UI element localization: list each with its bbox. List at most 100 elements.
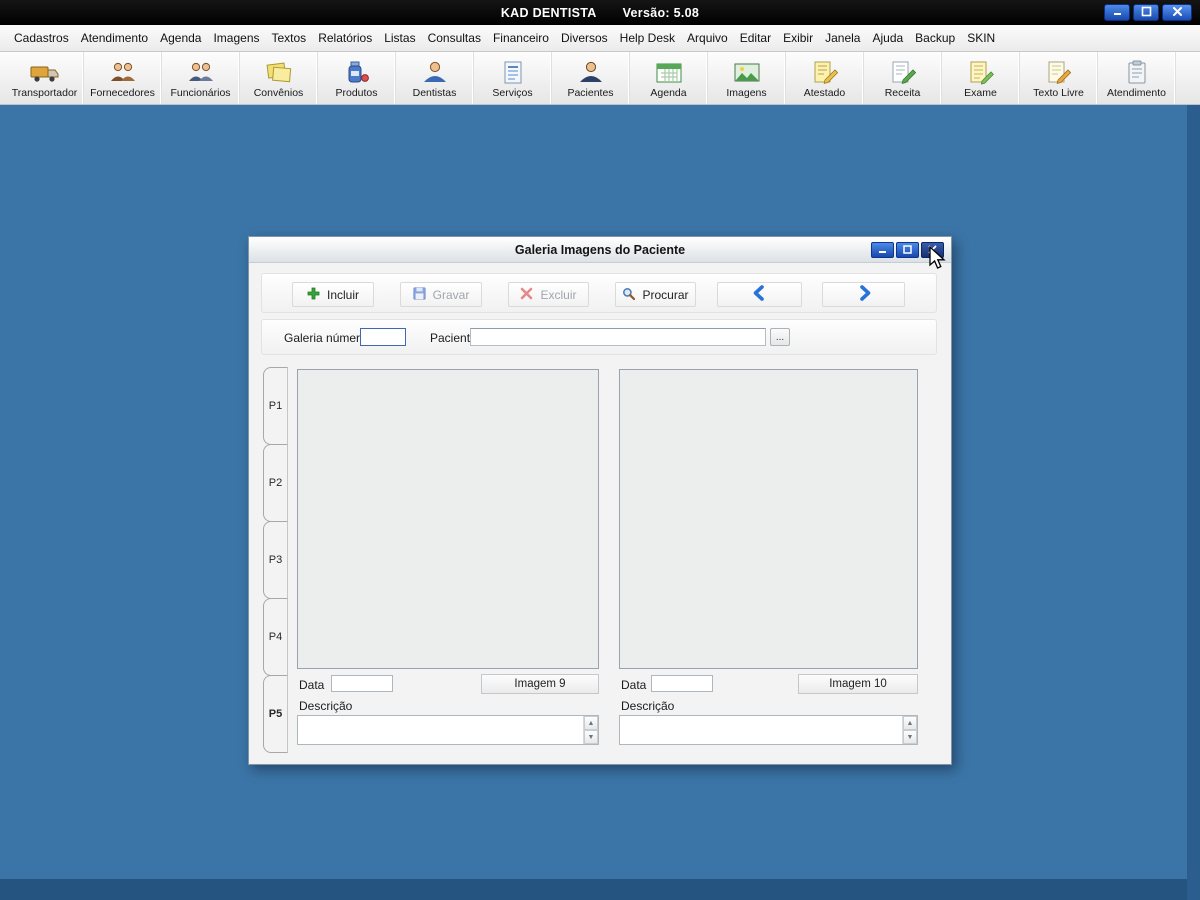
toolbar-button-transportador[interactable]: Transportador bbox=[6, 52, 84, 104]
menu-item-helpdesk[interactable]: Help Desk bbox=[614, 27, 681, 49]
data-input-left[interactable] bbox=[331, 675, 393, 692]
freetext-pencil-icon bbox=[1044, 57, 1074, 86]
app-title: KAD DENTISTA bbox=[501, 6, 597, 20]
next-button[interactable] bbox=[822, 282, 905, 307]
magnifier-icon bbox=[622, 287, 635, 303]
toolbar-label: Imagens bbox=[726, 87, 766, 99]
incluir-label: Incluir bbox=[327, 288, 359, 302]
clipboard-icon bbox=[1122, 57, 1152, 86]
procurar-label: Procurar bbox=[642, 288, 688, 302]
toolbar-button-produtos[interactable]: Produtos bbox=[318, 52, 396, 104]
previous-button[interactable] bbox=[717, 282, 802, 307]
excluir-button[interactable]: Excluir bbox=[508, 282, 589, 307]
memo-scrollbar-left[interactable]: ▲ ▼ bbox=[583, 716, 598, 744]
menu-item-atendimento[interactable]: Atendimento bbox=[75, 27, 154, 49]
menu-item-janela[interactable]: Janela bbox=[819, 27, 866, 49]
toolbar-label: Funcionários bbox=[170, 87, 230, 99]
scroll-up-icon[interactable]: ▲ bbox=[584, 716, 598, 730]
menu-item-consultas[interactable]: Consultas bbox=[422, 27, 487, 49]
toolbar-label: Fornecedores bbox=[90, 87, 155, 99]
data-input-right[interactable] bbox=[651, 675, 713, 692]
menu-item-ajuda[interactable]: Ajuda bbox=[866, 27, 909, 49]
menu-item-arquivo[interactable]: Arquivo bbox=[681, 27, 734, 49]
toolbar-button-imagens[interactable]: Imagens bbox=[708, 52, 786, 104]
toolbar-button-dentistas[interactable]: Dentistas bbox=[396, 52, 474, 104]
menu-item-listas[interactable]: Listas bbox=[378, 27, 421, 49]
menu-item-cadastros[interactable]: Cadastros bbox=[8, 27, 75, 49]
dialog-titlebar[interactable]: Galeria Imagens do Paciente bbox=[249, 237, 951, 263]
galeria-numero-input[interactable] bbox=[360, 328, 406, 346]
tab-p3[interactable]: P3 bbox=[263, 521, 288, 599]
app-close-button[interactable] bbox=[1162, 4, 1192, 21]
right-image-panel[interactable] bbox=[619, 369, 918, 669]
menu-item-textos[interactable]: Textos bbox=[266, 27, 313, 49]
maximize-icon bbox=[1141, 4, 1152, 22]
tab-p5[interactable]: P5 bbox=[263, 675, 288, 753]
descricao-label-left: Descrição bbox=[299, 699, 352, 713]
app-minimize-button[interactable] bbox=[1104, 4, 1130, 21]
toolbar-button-convenios[interactable]: Convênios bbox=[240, 52, 318, 104]
tab-p4[interactable]: P4 bbox=[263, 598, 288, 676]
dialog-toolbar: Incluir Gravar Excluir Procurar bbox=[261, 273, 937, 313]
toolbar-button-texto-livre[interactable]: Texto Livre bbox=[1020, 52, 1098, 104]
menu-item-skin[interactable]: SKIN bbox=[961, 27, 1001, 49]
left-image-panel[interactable] bbox=[297, 369, 599, 669]
imagem-9-button[interactable]: Imagem 9 bbox=[481, 674, 599, 694]
toolbar-button-servicos[interactable]: Serviços bbox=[474, 52, 552, 104]
menu-item-editar[interactable]: Editar bbox=[734, 27, 777, 49]
imagem-10-button[interactable]: Imagem 10 bbox=[798, 674, 918, 694]
menu-item-diversos[interactable]: Diversos bbox=[555, 27, 614, 49]
tab-p1[interactable]: P1 bbox=[263, 367, 288, 445]
menu-item-imagens[interactable]: Imagens bbox=[207, 27, 265, 49]
data-label-right: Data bbox=[621, 678, 646, 692]
menu-item-backup[interactable]: Backup bbox=[909, 27, 961, 49]
toolbar-label: Produtos bbox=[335, 87, 377, 99]
app-maximize-button[interactable] bbox=[1133, 4, 1159, 21]
toolbar-button-receita[interactable]: Receita bbox=[864, 52, 942, 104]
toolbar-button-agenda[interactable]: Agenda bbox=[630, 52, 708, 104]
paciente-input[interactable] bbox=[470, 328, 766, 346]
menu-item-relatorios[interactable]: Relatórios bbox=[312, 27, 378, 49]
gravar-label: Gravar bbox=[433, 288, 470, 302]
toolbar-button-funcionarios[interactable]: Funcionários bbox=[162, 52, 240, 104]
memo-scrollbar-right[interactable]: ▲ ▼ bbox=[902, 716, 917, 744]
red-x-icon bbox=[520, 287, 533, 303]
toolbar-label: Dentistas bbox=[413, 87, 457, 99]
toolbar-label: Atestado bbox=[804, 87, 845, 99]
scroll-down-icon[interactable]: ▼ bbox=[584, 730, 598, 744]
toolbar-button-atestado[interactable]: Atestado bbox=[786, 52, 864, 104]
dialog-window-controls bbox=[871, 242, 944, 258]
toolbar-button-atendimento[interactable]: Atendimento bbox=[1098, 52, 1176, 104]
dialog-close-button[interactable] bbox=[921, 242, 944, 258]
menu-item-agenda[interactable]: Agenda bbox=[154, 27, 207, 49]
toolbar-button-fornecedores[interactable]: Fornecedores bbox=[84, 52, 162, 104]
menu-item-financeiro[interactable]: Financeiro bbox=[487, 27, 555, 49]
toolbar-label: Exame bbox=[964, 87, 997, 99]
procurar-button[interactable]: Procurar bbox=[615, 282, 696, 307]
suppliers-people-icon bbox=[108, 57, 138, 86]
descricao-input-right[interactable] bbox=[620, 716, 902, 744]
paciente-browse-button[interactable]: ... bbox=[770, 328, 790, 346]
dialog-minimize-button[interactable] bbox=[871, 242, 894, 258]
dentist-person-icon bbox=[420, 57, 450, 86]
toolbar-label: Texto Livre bbox=[1033, 87, 1084, 99]
calendar-icon bbox=[654, 57, 684, 86]
incluir-button[interactable]: Incluir bbox=[292, 282, 374, 307]
floppy-disk-icon bbox=[413, 287, 426, 303]
toolbar-button-pacientes[interactable]: Pacientes bbox=[552, 52, 630, 104]
menu-item-exibir[interactable]: Exibir bbox=[777, 27, 819, 49]
gravar-button[interactable]: Gravar bbox=[400, 282, 482, 307]
tab-p2[interactable]: P2 bbox=[263, 444, 288, 522]
page-tabs: P1 P2 P3 P4 P5 bbox=[263, 368, 288, 753]
main-toolbar: Transportador Fornecedores Funcionários … bbox=[0, 52, 1200, 105]
picture-icon bbox=[732, 57, 762, 86]
descricao-input-left[interactable] bbox=[298, 716, 583, 744]
app-title-group: KAD DENTISTA Versão: 5.08 bbox=[501, 6, 699, 20]
scroll-down-icon[interactable]: ▼ bbox=[903, 730, 917, 744]
plus-icon bbox=[307, 287, 320, 303]
toolbar-label: Agenda bbox=[650, 87, 686, 99]
toolbar-label: Transportador bbox=[12, 87, 78, 99]
toolbar-button-exame[interactable]: Exame bbox=[942, 52, 1020, 104]
dialog-maximize-button[interactable] bbox=[896, 242, 919, 258]
scroll-up-icon[interactable]: ▲ bbox=[903, 716, 917, 730]
